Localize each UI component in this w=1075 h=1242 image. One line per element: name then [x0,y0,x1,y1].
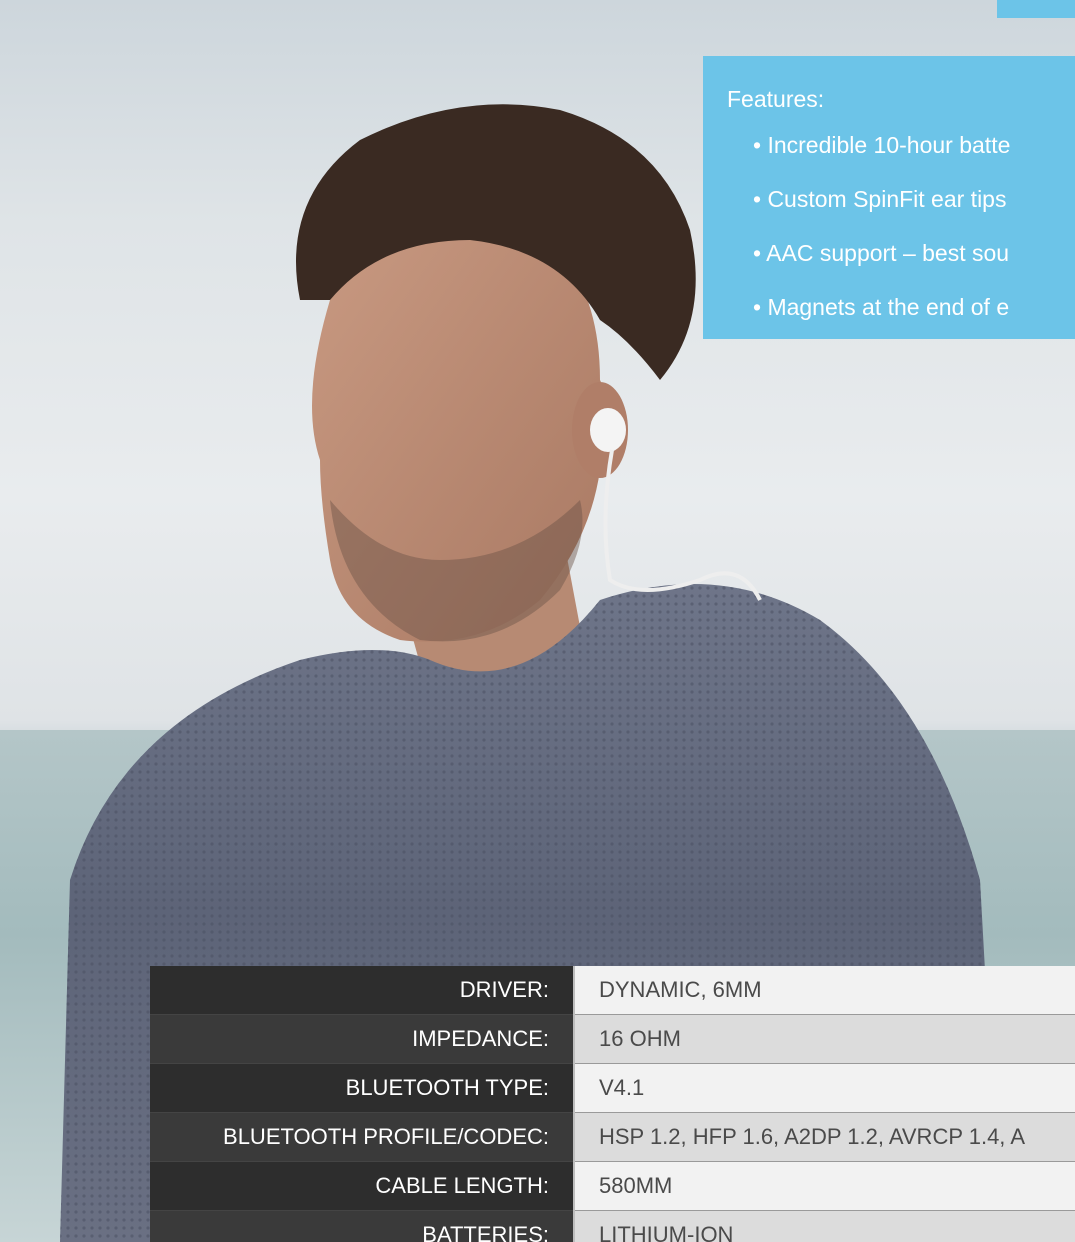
spec-value: 580MM [573,1161,1075,1211]
spec-label: CABLE LENGTH: [150,1161,574,1211]
feature-item: • AAC support – best sou [753,240,1010,266]
spec-value: 16 OHM [573,1014,1075,1064]
spec-label: BLUETOOTH TYPE: [150,1063,574,1113]
spec-label: IMPEDANCE: [150,1014,574,1064]
spec-label: DRIVER: [150,966,574,1015]
feature-item: • Custom SpinFit ear tips [753,186,1007,212]
spec-value: LITHIUM-ION [573,1210,1075,1242]
spec-row-cable-length: CABLE LENGTH: 580MM [150,1161,1075,1211]
spec-row-bluetooth-type: BLUETOOTH TYPE: V4.1 [150,1063,1075,1113]
product-page: Features: • Incredible 10-hour batte • C… [0,0,1075,1242]
spec-value: HSP 1.2, HFP 1.6, A2DP 1.2, AVRCP 1.4, A [573,1112,1075,1162]
spec-row-impedance: IMPEDANCE: 16 OHM [150,1014,1075,1064]
spec-value: DYNAMIC, 6MM [573,966,1075,1015]
features-title: Features: [727,86,825,112]
top-accent-bar [997,0,1075,18]
features-panel: Features: • Incredible 10-hour batte • C… [703,56,1075,339]
spec-row-driver: DRIVER: DYNAMIC, 6MM [150,966,1075,1015]
earbud-cable [603,449,762,601]
spec-label: BLUETOOTH PROFILE/CODEC: [150,1112,574,1162]
specs-table: DRIVER: DYNAMIC, 6MM IMPEDANCE: 16 OHM B… [150,966,1075,1242]
spec-row-batteries: BATTERIES: LITHIUM-ION [150,1210,1075,1242]
spec-label: BATTERIES: [150,1210,574,1242]
feature-item: • Magnets at the end of e [753,294,1010,320]
earbud-shape [590,408,626,452]
feature-item: • Incredible 10-hour batte [753,132,1011,158]
spec-row-bluetooth-profile: BLUETOOTH PROFILE/CODEC: HSP 1.2, HFP 1.… [150,1112,1075,1162]
spec-value: V4.1 [573,1063,1075,1113]
features-list: • Incredible 10-hour batte • Custom Spin… [753,130,1010,339]
